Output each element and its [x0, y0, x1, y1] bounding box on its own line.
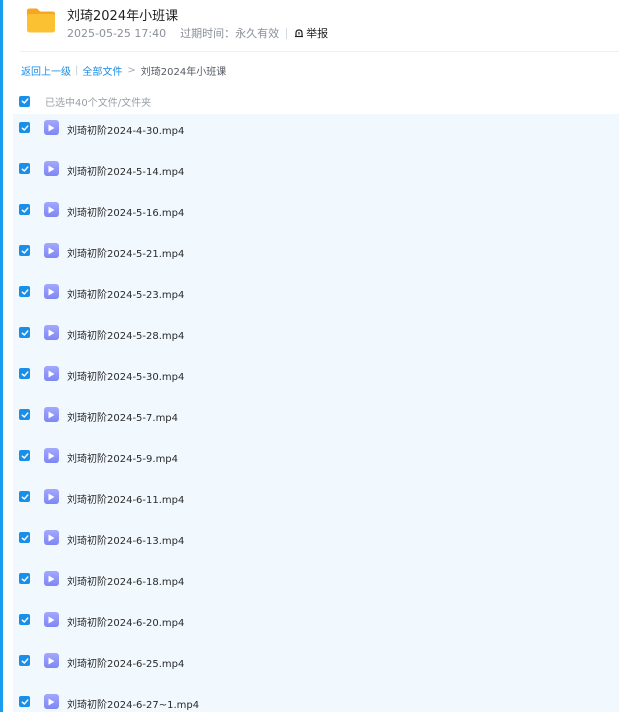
video-file-icon	[44, 653, 59, 668]
file-name[interactable]: 刘琦初阶2024-5-23.mp4	[67, 286, 184, 301]
report-label: 举报	[306, 27, 329, 40]
file-row[interactable]: 刘琦初阶2024-5-21.mp4	[13, 237, 619, 278]
video-file-icon	[44, 202, 59, 217]
file-row[interactable]: 刘琦初阶2024-6-13.mp4	[13, 524, 619, 565]
file-name[interactable]: 刘琦初阶2024-5-30.mp4	[67, 368, 184, 383]
selection-count: 已选中40个文件/文件夹	[45, 97, 152, 109]
check-icon	[21, 98, 28, 104]
file-checkbox[interactable]	[19, 655, 30, 666]
file-row[interactable]: 刘琦初阶2024-5-23.mp4	[13, 278, 619, 319]
file-name[interactable]: 刘琦初阶2024-5-28.mp4	[67, 327, 184, 342]
file-row[interactable]: 刘琦初阶2024-5-28.mp4	[13, 319, 619, 360]
file-row[interactable]: 刘琦初阶2024-5-30.mp4	[13, 360, 619, 401]
video-file-icon	[44, 530, 59, 545]
file-checkbox[interactable]	[19, 163, 30, 174]
check-icon	[21, 370, 28, 377]
check-icon	[21, 206, 28, 213]
report-icon	[295, 29, 304, 38]
select-all-row: 已选中40个文件/文件夹	[19, 94, 152, 109]
file-name[interactable]: 刘琦初阶2024-5-16.mp4	[67, 204, 184, 219]
file-checkbox[interactable]	[19, 245, 30, 256]
share-meta: 2025-05-25 17:40 过期时间： 永久有效 举报	[67, 25, 328, 41]
video-file-icon	[44, 407, 59, 422]
check-icon	[21, 493, 28, 500]
check-icon	[21, 411, 28, 418]
file-checkbox[interactable]	[19, 327, 30, 338]
expiry-value: 永久有效	[235, 27, 280, 40]
file-row[interactable]: 刘琦初阶2024-6-25.mp4	[13, 647, 619, 688]
file-row[interactable]: 刘琦初阶2024-6-11.mp4	[13, 483, 619, 524]
check-icon	[21, 657, 28, 664]
check-icon	[21, 534, 28, 541]
file-name[interactable]: 刘琦初阶2024-6-20.mp4	[67, 614, 184, 629]
video-file-icon	[44, 489, 59, 504]
check-icon	[21, 124, 28, 131]
expiry-label: 过期时间：	[180, 27, 236, 40]
check-icon	[21, 329, 28, 336]
file-row[interactable]: 刘琦初阶2024-6-20.mp4	[13, 606, 619, 647]
breadcrumb-arrow: >	[127, 65, 136, 76]
file-row[interactable]: 刘琦初阶2024-5-16.mp4	[13, 196, 619, 237]
file-name[interactable]: 刘琦初阶2024-6-11.mp4	[67, 491, 184, 506]
breadcrumb: 返回上一级 | 全部文件 > 刘琦2024年小班课	[21, 63, 226, 78]
check-icon	[21, 247, 28, 254]
check-icon	[21, 698, 28, 705]
file-checkbox[interactable]	[19, 573, 30, 584]
file-name[interactable]: 刘琦初阶2024-6-18.mp4	[67, 573, 184, 588]
folder-icon	[27, 8, 55, 33]
check-icon	[21, 288, 28, 295]
breadcrumb-current: 刘琦2024年小班课	[140, 67, 227, 78]
file-name[interactable]: 刘琦初阶2024-6-27~1.mp4	[67, 696, 199, 711]
breadcrumb-separator: |	[75, 65, 79, 76]
file-checkbox[interactable]	[19, 532, 30, 543]
file-list: 刘琦初阶2024-4-30.mp4 刘琦初阶2024-5-14.mp4 刘琦初阶20…	[13, 114, 619, 712]
file-name[interactable]: 刘琦初阶2024-4-30.mp4	[67, 122, 184, 137]
share-header: 刘琦2024年小班课 2025-05-25 17:40 过期时间： 永久有效 举…	[20, 0, 619, 52]
file-name[interactable]: 刘琦初阶2024-6-13.mp4	[67, 532, 184, 547]
file-row[interactable]: 刘琦初阶2024-4-30.mp4	[13, 114, 619, 155]
video-file-icon	[44, 612, 59, 627]
file-checkbox[interactable]	[19, 368, 30, 379]
file-name[interactable]: 刘琦初阶2024-5-21.mp4	[67, 245, 184, 260]
file-checkbox[interactable]	[19, 614, 30, 625]
file-name[interactable]: 刘琦初阶2024-5-14.mp4	[67, 163, 184, 178]
video-file-icon	[44, 694, 59, 709]
video-file-icon	[44, 448, 59, 463]
select-all-checkbox[interactable]	[19, 95, 30, 107]
file-checkbox[interactable]	[19, 450, 30, 461]
folder-title: 刘琦2024年小班课	[67, 9, 179, 24]
video-file-icon	[44, 161, 59, 176]
file-row[interactable]: 刘琦初阶2024-5-14.mp4	[13, 155, 619, 196]
breadcrumb-back-link[interactable]: 返回上一级	[21, 63, 71, 78]
file-row[interactable]: 刘琦初阶2024-5-9.mp4	[13, 442, 619, 483]
video-file-icon	[44, 284, 59, 299]
video-file-icon	[44, 571, 59, 586]
video-file-icon	[44, 325, 59, 340]
check-icon	[21, 165, 28, 172]
file-checkbox[interactable]	[19, 409, 30, 420]
meta-divider	[286, 27, 288, 39]
file-checkbox[interactable]	[19, 696, 30, 707]
share-date: 2025-05-25 17:40	[67, 26, 167, 40]
file-checkbox[interactable]	[19, 286, 30, 297]
video-file-icon	[44, 366, 59, 381]
file-row[interactable]: 刘琦初阶2024-5-7.mp4	[13, 401, 619, 442]
file-row[interactable]: 刘琦初阶2024-6-18.mp4	[13, 565, 619, 606]
check-icon	[21, 616, 28, 623]
file-checkbox[interactable]	[19, 122, 30, 133]
file-checkbox[interactable]	[19, 204, 30, 215]
file-name[interactable]: 刘琦初阶2024-6-25.mp4	[67, 655, 184, 670]
video-file-icon	[44, 120, 59, 135]
breadcrumb-all-files-link[interactable]: 全部文件	[82, 63, 122, 78]
check-icon	[21, 452, 28, 459]
file-name[interactable]: 刘琦初阶2024-5-9.mp4	[67, 450, 178, 465]
left-accent-bar	[0, 0, 3, 712]
file-name[interactable]: 刘琦初阶2024-5-7.mp4	[67, 409, 178, 424]
check-icon	[21, 575, 28, 582]
file-checkbox[interactable]	[19, 491, 30, 502]
file-row[interactable]: 刘琦初阶2024-6-27~1.mp4	[13, 688, 619, 712]
report-button[interactable]: 举报	[294, 25, 328, 41]
video-file-icon	[44, 243, 59, 258]
